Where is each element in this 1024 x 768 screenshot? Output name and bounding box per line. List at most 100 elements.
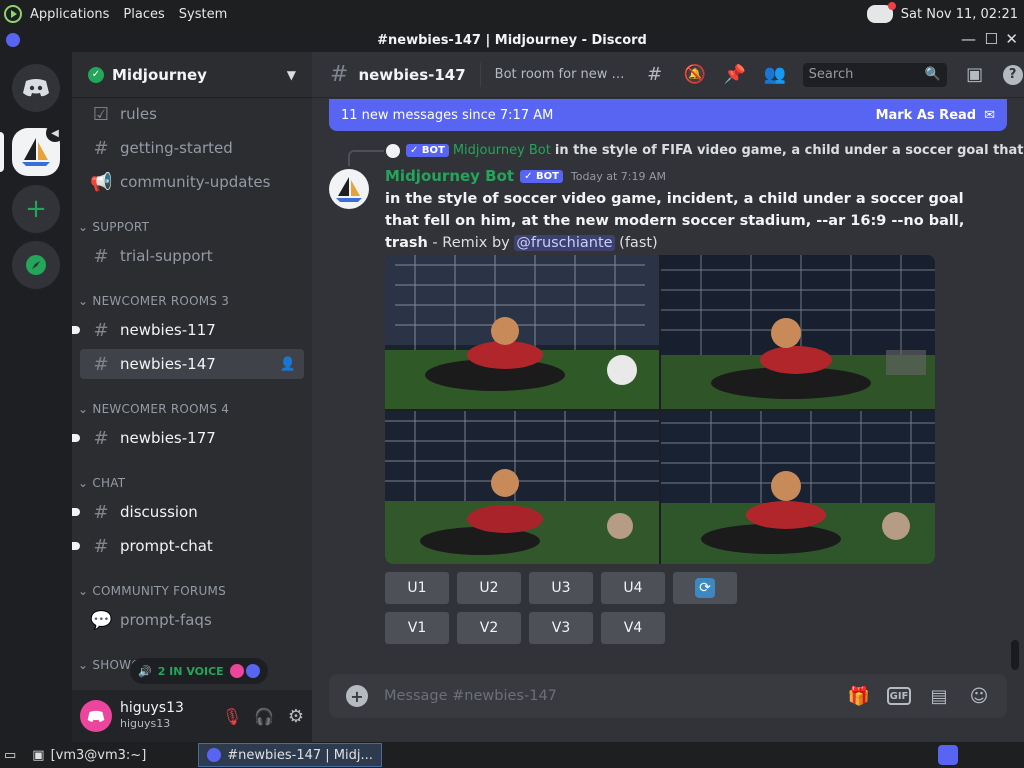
category-newcomer-rooms-4[interactable]: ⌄ NEWCOMER ROOMS 4 — [78, 402, 229, 416]
message-input[interactable] — [384, 688, 847, 704]
new-messages-text: 11 new messages since 7:17 AM — [341, 107, 554, 123]
upscale-button-4[interactable]: U4 — [601, 572, 665, 604]
channel-topic[interactable]: Bot room for new users... — [495, 67, 627, 82]
reply-reference[interactable]: ✓ BOT Midjourney Bot in the style of FIF… — [386, 143, 1024, 158]
chat-header: # newbies-147 Bot room for new users... … — [312, 52, 1024, 98]
soccer-scene-image — [385, 410, 659, 564]
taskbar-label: [vm3@vm3:~] — [50, 747, 147, 763]
reroll-button[interactable]: ⟳ — [673, 572, 737, 604]
taskbar-terminal[interactable]: ▣ [vm3@vm3:~] — [24, 743, 154, 767]
settings-gear-icon[interactable]: ⚙ — [280, 706, 312, 727]
generated-image-2[interactable] — [661, 255, 935, 409]
new-messages-bar[interactable]: 11 new messages since 7:17 AM Mark As Re… — [329, 99, 1007, 131]
maximize-button[interactable]: ☐ — [985, 30, 998, 48]
os-taskbar: ▭ ▣ [vm3@vm3:~] #newbies-147 | Midj... — [0, 742, 1024, 768]
gift-icon[interactable]: 🎁 — [847, 684, 871, 708]
generated-image-1[interactable] — [385, 255, 659, 409]
attach-plus-button[interactable]: + — [346, 685, 368, 707]
gif-button[interactable]: GIF — [887, 687, 911, 705]
taskbar-discord[interactable]: #newbies-147 | Midj... — [198, 743, 382, 767]
category-community-forums[interactable]: ⌄ COMMUNITY FORUMS — [78, 584, 226, 598]
message-author[interactable]: Midjourney Bot — [385, 167, 514, 185]
generated-image-4[interactable] — [661, 410, 935, 564]
guild-header[interactable]: ✓ Midjourney ▼ — [72, 52, 312, 98]
channel-trial-support[interactable]: # trial-support — [80, 241, 304, 271]
mute-mic-icon[interactable]: 🎙 — [216, 707, 248, 726]
emoji-icon[interactable]: ☺ — [967, 684, 991, 708]
sticker-icon[interactable]: ▤ — [927, 684, 951, 708]
add-server-button[interactable]: + — [12, 185, 60, 233]
category-support[interactable]: ⌄ SUPPORT — [78, 220, 149, 234]
show-desktop-button[interactable]: ▭ — [0, 743, 20, 767]
discord-home-button[interactable] — [12, 64, 60, 112]
channel-discussion[interactable]: # discussion — [72, 497, 304, 527]
channel-newbies-117[interactable]: # newbies-117 — [72, 315, 304, 345]
channel-rules[interactable]: ☑ rules — [80, 99, 304, 129]
upscale-button-1[interactable]: U1 — [385, 572, 449, 604]
variation-button-2[interactable]: V2 — [457, 612, 521, 644]
invite-member-icon[interactable]: 👤 — [280, 357, 296, 372]
channel-prompt-chat[interactable]: # prompt-chat — [72, 531, 304, 561]
close-button[interactable]: ✕ — [1005, 30, 1018, 48]
inbox-icon[interactable]: ▣ — [963, 63, 987, 87]
search-placeholder: Search — [808, 67, 854, 82]
generated-image-3[interactable] — [385, 410, 659, 564]
user-info[interactable]: higuys13 higuys13 — [120, 701, 184, 731]
channel-newbies-147[interactable]: # newbies-147 👤 — [80, 349, 304, 379]
threads-icon[interactable]: # — [643, 63, 667, 87]
channel-prompt-faqs[interactable]: 💬 prompt-faqs — [80, 605, 304, 635]
category-newcomer-rooms-3[interactable]: ⌄ NEWCOMER ROOMS 3 — [78, 294, 229, 308]
channel-label: trial-support — [120, 247, 213, 265]
category-label: NEWCOMER ROOMS 4 — [92, 402, 230, 416]
hash-icon: # — [93, 137, 109, 159]
minimize-button[interactable]: — — [961, 30, 976, 48]
discord-tray-icon[interactable] — [866, 2, 896, 23]
threaded-hash-icon: # — [93, 427, 109, 449]
user-mention[interactable]: @fruschiante — [514, 235, 615, 251]
headphones-icon[interactable]: 🎧 — [248, 707, 280, 726]
pin-icon[interactable]: 📌 — [723, 63, 747, 87]
variation-button-3[interactable]: V3 — [529, 612, 593, 644]
channel-getting-started[interactable]: # getting-started — [80, 133, 304, 163]
upscale-button-2[interactable]: U2 — [457, 572, 521, 604]
category-chat[interactable]: ⌄ CHAT — [78, 476, 125, 490]
channel-label: rules — [120, 105, 157, 123]
mark-as-read-button[interactable]: Mark As Read — [876, 108, 977, 123]
reply-author[interactable]: Midjourney Bot — [453, 143, 551, 158]
os-logo-icon[interactable] — [4, 5, 22, 23]
voice-activity-pill[interactable]: 🔊 2 IN VOICE — [130, 658, 268, 684]
bot-avatar[interactable] — [329, 169, 369, 209]
channel-newbies-177[interactable]: # newbies-177 — [72, 423, 304, 453]
reply-avatar — [386, 143, 400, 158]
member-list-icon[interactable]: 👥 — [763, 63, 787, 87]
forum-icon: 💬 — [90, 609, 113, 631]
voice-avatar — [229, 664, 244, 678]
upscale-button-3[interactable]: U3 — [529, 572, 593, 604]
channel-community-updates[interactable]: 📢 community-updates — [80, 167, 304, 197]
channel-label: community-updates — [120, 173, 271, 191]
explore-servers-button[interactable] — [12, 241, 60, 289]
terminal-icon: ▣ — [32, 747, 45, 763]
search-input[interactable]: Search 🔍 — [802, 62, 947, 87]
user-panel: higuys13 higuys13 🎙 🎧 ⚙ — [72, 690, 312, 742]
chat-scrollbar[interactable] — [1011, 640, 1019, 670]
menu-system[interactable]: System — [179, 7, 227, 22]
variation-button-1[interactable]: V1 — [385, 612, 449, 644]
reply-connector — [348, 150, 384, 166]
generated-image-grid[interactable] — [385, 255, 935, 564]
variation-button-4[interactable]: V4 — [601, 612, 665, 644]
server-midjourney[interactable]: ◀ — [12, 124, 64, 176]
discord-tray-icon[interactable] — [938, 745, 958, 765]
voice-count-label: 2 IN VOICE — [157, 664, 224, 678]
menu-applications[interactable]: Applications — [30, 7, 109, 22]
help-icon[interactable]: ? — [1002, 64, 1023, 85]
hash-icon: # — [93, 501, 109, 523]
menu-places[interactable]: Places — [123, 7, 164, 22]
bot-tag: ✓ BOT — [406, 144, 449, 157]
avatar[interactable] — [80, 700, 112, 732]
clock[interactable]: Sat Nov 11, 02:21 — [901, 7, 1018, 22]
verified-check-icon: ✓ — [88, 66, 104, 83]
soccer-scene-image — [661, 255, 935, 409]
display-name: higuys13 — [120, 700, 184, 716]
notification-bell-muted-icon[interactable]: 🔕 — [683, 63, 707, 87]
